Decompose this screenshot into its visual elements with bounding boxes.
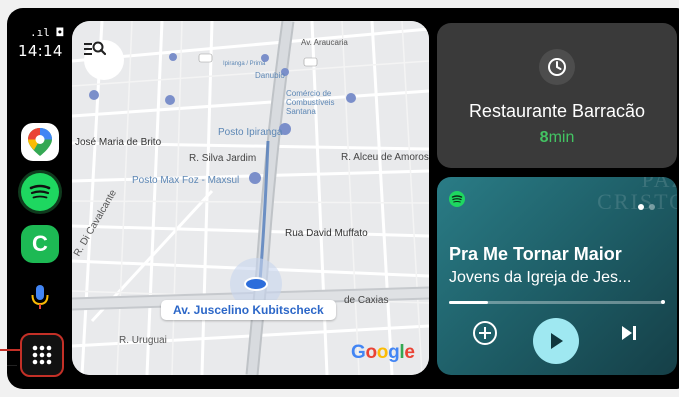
app-rail: .ıl ◘ 14:14 C bbox=[14, 20, 66, 380]
playback-progress-fill bbox=[449, 301, 488, 304]
eta-number: 8 bbox=[539, 129, 549, 146]
destination-name: Restaurante Barracão bbox=[468, 101, 646, 121]
clock-face-icon bbox=[548, 58, 566, 76]
google-logo-letter: g bbox=[388, 342, 400, 363]
street-label-uruguai: R. Uruguai bbox=[119, 335, 167, 346]
play-icon bbox=[551, 333, 563, 349]
app-launcher-button[interactable] bbox=[20, 333, 64, 377]
add-to-library-button[interactable] bbox=[471, 319, 499, 347]
poi-label-danubio: Danubio bbox=[255, 71, 285, 80]
page-dot-active bbox=[638, 204, 644, 210]
plus-circle-icon bbox=[473, 321, 497, 345]
search-list-icon bbox=[84, 41, 106, 56]
playback-progress-bar[interactable] bbox=[449, 300, 665, 304]
signal-battery-icons: .ıl ◘ bbox=[30, 26, 64, 39]
poi-label-comercio: Comércio de Combustíveis Santana bbox=[286, 89, 335, 116]
page-dot bbox=[649, 204, 655, 210]
google-maps-app-icon[interactable] bbox=[21, 123, 59, 161]
grid-dots-icon bbox=[32, 345, 52, 365]
eta-unit: min bbox=[548, 129, 575, 146]
microphone-icon bbox=[31, 285, 49, 309]
c-app-icon[interactable]: C bbox=[21, 225, 59, 263]
street-label-caxias: de Caxias bbox=[344, 295, 389, 306]
play-button[interactable] bbox=[533, 318, 579, 364]
navigation-card[interactable]: Restaurante Barracão 8min bbox=[437, 23, 677, 168]
progress-end-dot bbox=[661, 300, 665, 304]
voice-assistant-mic-icon[interactable] bbox=[21, 282, 59, 312]
skip-next-icon bbox=[622, 326, 636, 340]
launcher-highlight-line bbox=[0, 349, 22, 351]
map-roads bbox=[72, 21, 429, 375]
map-search-button[interactable] bbox=[84, 40, 124, 80]
song-title: Pra Me Tornar Maior bbox=[449, 244, 622, 264]
street-label-alceu: R. Alceu de Amoros bbox=[341, 152, 429, 163]
google-logo-letter: o bbox=[376, 342, 389, 363]
street-label-david: Rua David Muffato bbox=[285, 228, 368, 239]
artist-name: Jovens da Igreja de Jes... bbox=[449, 269, 632, 286]
street-label-silva: R. Silva Jardim bbox=[189, 153, 257, 164]
spotify-waves-icon bbox=[29, 184, 51, 199]
map-pin-icon bbox=[28, 128, 52, 156]
google-logo-letter: o bbox=[365, 342, 377, 363]
spotify-small-waves-icon bbox=[451, 195, 463, 203]
map-panel[interactable]: José Maria de Brito R. Silva Jardim R. A… bbox=[72, 21, 429, 375]
skip-next-button[interactable] bbox=[615, 319, 643, 347]
poi-label-ipiranga-prima: Ipiranga / Prima bbox=[223, 61, 266, 67]
spotify-icon bbox=[449, 191, 465, 207]
google-logo-letter: e bbox=[404, 342, 415, 363]
spotify-app-icon[interactable] bbox=[21, 173, 59, 211]
google-logo: Google bbox=[351, 342, 415, 364]
street-label-jose: José Maria de Brito bbox=[75, 137, 162, 148]
google-logo-letter: G bbox=[351, 342, 366, 363]
poi-label-ipiranga: Posto Ipiranga bbox=[218, 127, 283, 138]
clock-icon bbox=[539, 49, 575, 85]
poi-label-maxfoz: Posto Max Foz - Maxsul bbox=[132, 175, 240, 186]
current-location-callout[interactable]: Av. Juscelino Kubitscheck bbox=[161, 300, 336, 320]
media-card[interactable]: PAZCRISTO Pra Me Tornar Maior Jovens da … bbox=[437, 177, 677, 375]
clock-time: 14:14 bbox=[18, 42, 63, 60]
c-app-letter: C bbox=[32, 231, 48, 256]
street-label-araucaria: Av. Araucaria bbox=[301, 38, 348, 47]
eta-text: 8min bbox=[437, 129, 677, 147]
page-indicator-dots bbox=[638, 195, 660, 214]
